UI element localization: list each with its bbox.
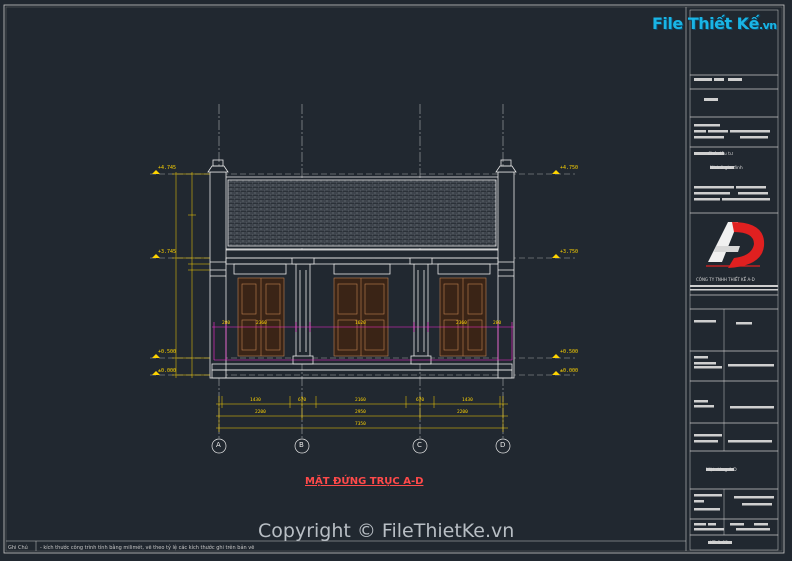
axis-label-b: B xyxy=(299,441,304,449)
dim-r1-3: 670 xyxy=(416,398,425,403)
dim-inner-1: 2360 xyxy=(256,321,267,326)
left-vertical-dims xyxy=(172,172,210,378)
level-left-beam: +3.745 xyxy=(158,249,177,255)
notes-text: - kích thước công trình tính bằng milimé… xyxy=(40,545,255,551)
copyright-watermark: Copyright © FileThietKe.vn xyxy=(258,520,515,542)
axis-label-d: D xyxy=(500,441,506,449)
title-block-company: CÔNG TY TNHH THIẾT KẾ A-D xyxy=(696,277,755,282)
company-logo xyxy=(706,222,765,268)
title-block-project: Nhà ở gia đình xyxy=(710,166,743,171)
level-right-floor: +0.500 xyxy=(560,349,579,355)
notes-label: Ghi Chú xyxy=(8,545,28,551)
doors xyxy=(237,277,487,357)
title-block-sheet-code: KT: 1-03 xyxy=(710,541,729,546)
axis-label-c: C xyxy=(417,441,422,449)
filethietke-logo: File Thiết Kế.vn xyxy=(652,14,777,33)
cad-viewport[interactable]: File Thiết Kế.vn MẶT ĐỨNG TRỤC A-D Copyr… xyxy=(0,0,792,561)
dim-r2-1: 2950 xyxy=(355,410,366,415)
level-right-beam: +3.750 xyxy=(560,249,579,255)
dim-r1-0: 1430 xyxy=(250,398,261,403)
title-block-sheet-name: Mặt đứng A-D xyxy=(706,468,737,473)
axis-bubbles xyxy=(211,438,511,454)
dim-r1-2: 2160 xyxy=(355,398,366,403)
dim-inner-3: 2360 xyxy=(456,321,467,326)
logo-text: File Thiết Kế xyxy=(652,14,759,33)
dim-inner-4: 280 xyxy=(493,321,502,326)
level-left-ground: ±0.000 xyxy=(158,368,177,374)
sheet-border xyxy=(3,4,785,554)
axis-lines xyxy=(218,104,504,438)
title-block-text-marks xyxy=(690,78,778,544)
dim-inner-0: 280 xyxy=(222,321,231,326)
axis-label-a: A xyxy=(216,441,221,449)
level-right-top: +4.750 xyxy=(560,165,579,171)
dim-r2-0: 2200 xyxy=(255,410,266,415)
level-right-ground: ±0.000 xyxy=(560,368,579,374)
sheet-inner-border xyxy=(5,6,783,552)
column-c xyxy=(413,263,429,365)
title-block-owner: Chủ đầu tư xyxy=(708,152,733,157)
drawing-title: MẶT ĐỨNG TRỤC A-D xyxy=(305,476,424,487)
dim-r2-2: 2200 xyxy=(457,410,468,415)
level-left-top: +4.745 xyxy=(158,165,177,171)
dim-r1-4: 1430 xyxy=(462,398,473,403)
level-left-floor: +0.500 xyxy=(158,349,177,355)
logo-domain: .vn xyxy=(758,19,777,32)
column-b xyxy=(295,263,311,365)
right-pillar xyxy=(497,171,515,379)
dim-r1-1: 670 xyxy=(298,398,307,403)
left-pillar xyxy=(209,171,227,379)
dim-inner-2: 1620 xyxy=(355,321,366,326)
dim-total: 7350 xyxy=(355,422,366,427)
brick-parapet xyxy=(227,179,497,247)
